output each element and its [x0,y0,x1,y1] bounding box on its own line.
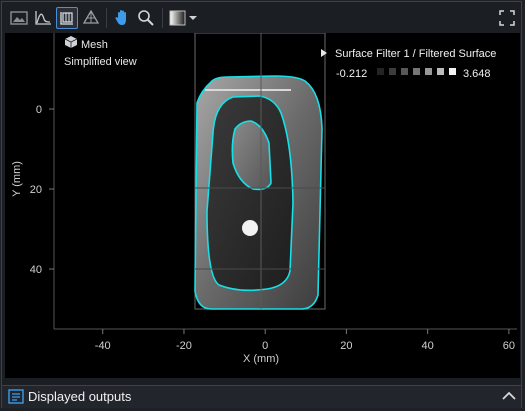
displayed-outputs-label: Displayed outputs [28,389,132,404]
mesh-icon [64,36,78,48]
color-scale [377,68,456,75]
pan-hand-icon[interactable] [111,7,133,29]
chevron-up-icon[interactable] [502,391,516,401]
toolbar-separator [106,8,107,28]
displayed-outputs-bar[interactable]: Displayed outputs [2,385,521,408]
x-tick-label: 60 [503,340,515,352]
range-max-label: 3.648 [463,68,491,80]
surface-plot[interactable]: -40 -20 0 20 40 6002040 Mesh Simplified … [5,32,520,378]
toolbar-separator [162,8,163,28]
surface-viewport[interactable]: -40 -20 0 20 40 60 0 20 40 Mesh Simplifi… [5,32,520,378]
surface-view-icon[interactable] [56,7,78,29]
reference-dot [242,220,258,236]
profile-view-icon[interactable] [32,7,54,29]
surface-viewer-window: -40 -20 0 20 40 60 0 20 40 Mesh Simplifi… [1,1,522,408]
y-tick-label: 20 [30,184,42,196]
y-tick-label: 40 [30,264,42,276]
x-tick-label: -40 [95,340,111,352]
y-tick-label: 0 [36,104,42,116]
colormap-dropdown[interactable] [168,7,202,29]
image-view-icon[interactable] [8,7,30,29]
3d-view-icon[interactable] [80,7,102,29]
viewer-toolbar [2,2,521,34]
x-axis-label: X (mm) [243,353,279,365]
surface-mesh [194,75,323,310]
surface-filter-title: Surface Filter 1 / Filtered Surface [335,48,496,60]
fullscreen-icon[interactable] [496,7,518,29]
displayed-outputs-icon [8,389,24,404]
x-tick-label: -20 [176,340,192,352]
x-tick-label: 20 [340,340,352,352]
view-mode-label: Simplified view [64,56,137,68]
legend-collapse-icon[interactable] [321,49,327,57]
x-tick-label: 0 [262,340,268,352]
y-axis-label: Y (mm) [11,161,23,197]
x-tick-label: 40 [422,340,434,352]
range-min-label: -0.212 [336,68,367,80]
zoom-icon[interactable] [135,7,157,29]
mesh-label: Mesh [81,39,108,51]
